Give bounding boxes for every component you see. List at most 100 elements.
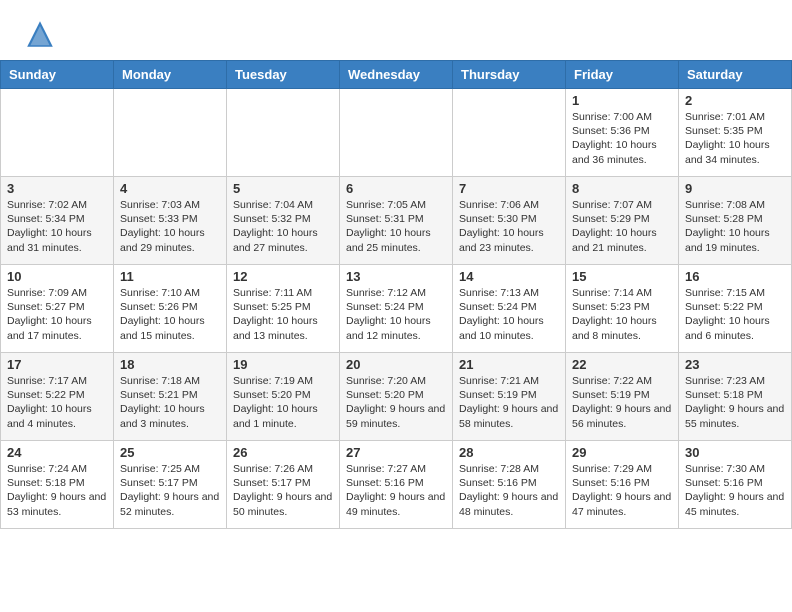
cell-content: Sunrise: 7:03 AM Sunset: 5:33 PM Dayligh… xyxy=(120,198,220,255)
cell-content: Sunrise: 7:06 AM Sunset: 5:30 PM Dayligh… xyxy=(459,198,559,255)
calendar-cell: 4 Sunrise: 7:03 AM Sunset: 5:33 PM Daylig… xyxy=(114,177,227,265)
week-row-5: 24 Sunrise: 7:24 AM Sunset: 5:18 PM Dayli… xyxy=(1,441,792,529)
calendar-cell: 25 Sunrise: 7:25 AM Sunset: 5:17 PM Dayli… xyxy=(114,441,227,529)
calendar-cell xyxy=(453,89,566,177)
day-number: 8 xyxy=(572,181,672,196)
cell-content: Sunrise: 7:30 AM Sunset: 5:16 PM Dayligh… xyxy=(685,462,785,519)
cell-content: Sunrise: 7:29 AM Sunset: 5:16 PM Dayligh… xyxy=(572,462,672,519)
cell-content: Sunrise: 7:23 AM Sunset: 5:18 PM Dayligh… xyxy=(685,374,785,431)
calendar-cell: 29Sunrise: 7:29 AM Sunset: 5:16 PM Dayli… xyxy=(566,441,679,529)
calendar-header-row: SundayMondayTuesdayWednesdayThursdayFrid… xyxy=(1,61,792,89)
day-number: 22 xyxy=(572,357,672,372)
calendar-cell: 27 Sunrise: 7:27 AM Sunset: 5:16 PM Dayli… xyxy=(340,441,453,529)
calendar-cell: 26 Sunrise: 7:26 AM Sunset: 5:17 PM Dayli… xyxy=(227,441,340,529)
calendar-cell: 11Sunrise: 7:10 AM Sunset: 5:26 PM Dayli… xyxy=(114,265,227,353)
cell-content: Sunrise: 7:01 AM Sunset: 5:35 PM Dayligh… xyxy=(685,110,785,167)
cell-content: Sunrise: 7:00 AM Sunset: 5:36 PM Dayligh… xyxy=(572,110,672,167)
cell-content: Sunrise: 7:25 AM Sunset: 5:17 PM Dayligh… xyxy=(120,462,220,519)
day-header-wednesday: Wednesday xyxy=(340,61,453,89)
calendar-cell: 20 Sunrise: 7:20 AM Sunset: 5:20 PM Dayli… xyxy=(340,353,453,441)
cell-content: Sunrise: 7:20 AM Sunset: 5:20 PM Dayligh… xyxy=(346,374,446,431)
cell-content: Sunrise: 7:02 AM Sunset: 5:34 PM Dayligh… xyxy=(7,198,107,255)
day-number: 25 xyxy=(120,445,220,460)
day-number: 26 xyxy=(233,445,333,460)
calendar-cell: 12 Sunrise: 7:11 AM Sunset: 5:25 PM Dayli… xyxy=(227,265,340,353)
calendar-cell: 21Sunrise: 7:21 AM Sunset: 5:19 PM Dayli… xyxy=(453,353,566,441)
cell-content: Sunrise: 7:17 AM Sunset: 5:22 PM Dayligh… xyxy=(7,374,107,431)
day-number: 20 xyxy=(346,357,446,372)
day-header-friday: Friday xyxy=(566,61,679,89)
calendar-cell: 18Sunrise: 7:18 AM Sunset: 5:21 PM Dayli… xyxy=(114,353,227,441)
calendar-table: SundayMondayTuesdayWednesdayThursdayFrid… xyxy=(0,60,792,529)
week-row-1: 1 Sunrise: 7:00 AM Sunset: 5:36 PM Daylig… xyxy=(1,89,792,177)
logo-icon xyxy=(24,18,56,50)
day-number: 3 xyxy=(7,181,107,196)
day-number: 4 xyxy=(120,181,220,196)
day-number: 19 xyxy=(233,357,333,372)
day-number: 10 xyxy=(7,269,107,284)
day-number: 12 xyxy=(233,269,333,284)
cell-content: Sunrise: 7:15 AM Sunset: 5:22 PM Dayligh… xyxy=(685,286,785,343)
cell-content: Sunrise: 7:08 AM Sunset: 5:28 PM Dayligh… xyxy=(685,198,785,255)
cell-content: Sunrise: 7:10 AM Sunset: 5:26 PM Dayligh… xyxy=(120,286,220,343)
calendar-cell: 7 Sunrise: 7:06 AM Sunset: 5:30 PM Daylig… xyxy=(453,177,566,265)
cell-content: Sunrise: 7:18 AM Sunset: 5:21 PM Dayligh… xyxy=(120,374,220,431)
calendar-cell xyxy=(340,89,453,177)
day-number: 27 xyxy=(346,445,446,460)
day-number: 14 xyxy=(459,269,559,284)
calendar-cell xyxy=(227,89,340,177)
day-number: 23 xyxy=(685,357,785,372)
day-number: 7 xyxy=(459,181,559,196)
calendar-cell: 24 Sunrise: 7:24 AM Sunset: 5:18 PM Dayli… xyxy=(1,441,114,529)
calendar-cell: 13 Sunrise: 7:12 AM Sunset: 5:24 PM Dayli… xyxy=(340,265,453,353)
calendar-cell xyxy=(114,89,227,177)
cell-content: Sunrise: 7:09 AM Sunset: 5:27 PM Dayligh… xyxy=(7,286,107,343)
calendar-cell: 30 Sunrise: 7:30 AM Sunset: 5:16 PM Dayli… xyxy=(679,441,792,529)
week-row-4: 17 Sunrise: 7:17 AM Sunset: 5:22 PM Dayli… xyxy=(1,353,792,441)
calendar-cell: 9 Sunrise: 7:08 AM Sunset: 5:28 PM Daylig… xyxy=(679,177,792,265)
cell-content: Sunrise: 7:19 AM Sunset: 5:20 PM Dayligh… xyxy=(233,374,333,431)
day-header-monday: Monday xyxy=(114,61,227,89)
calendar-cell: 28 Sunrise: 7:28 AM Sunset: 5:16 PM Dayli… xyxy=(453,441,566,529)
cell-content: Sunrise: 7:24 AM Sunset: 5:18 PM Dayligh… xyxy=(7,462,107,519)
cell-content: Sunrise: 7:21 AM Sunset: 5:19 PM Dayligh… xyxy=(459,374,559,431)
cell-content: Sunrise: 7:11 AM Sunset: 5:25 PM Dayligh… xyxy=(233,286,333,343)
day-number: 13 xyxy=(346,269,446,284)
calendar-cell: 17 Sunrise: 7:17 AM Sunset: 5:22 PM Dayli… xyxy=(1,353,114,441)
day-number: 1 xyxy=(572,93,672,108)
day-number: 24 xyxy=(7,445,107,460)
cell-content: Sunrise: 7:26 AM Sunset: 5:17 PM Dayligh… xyxy=(233,462,333,519)
cell-content: Sunrise: 7:14 AM Sunset: 5:23 PM Dayligh… xyxy=(572,286,672,343)
cell-content: Sunrise: 7:28 AM Sunset: 5:16 PM Dayligh… xyxy=(459,462,559,519)
cell-content: Sunrise: 7:27 AM Sunset: 5:16 PM Dayligh… xyxy=(346,462,446,519)
header xyxy=(0,0,792,60)
calendar-cell: 1 Sunrise: 7:00 AM Sunset: 5:36 PM Daylig… xyxy=(566,89,679,177)
logo xyxy=(24,18,60,50)
cell-content: Sunrise: 7:05 AM Sunset: 5:31 PM Dayligh… xyxy=(346,198,446,255)
day-header-saturday: Saturday xyxy=(679,61,792,89)
calendar-cell: 5 Sunrise: 7:04 AM Sunset: 5:32 PM Daylig… xyxy=(227,177,340,265)
day-number: 9 xyxy=(685,181,785,196)
day-number: 30 xyxy=(685,445,785,460)
week-row-2: 3 Sunrise: 7:02 AM Sunset: 5:34 PM Daylig… xyxy=(1,177,792,265)
calendar-cell: 6 Sunrise: 7:05 AM Sunset: 5:31 PM Daylig… xyxy=(340,177,453,265)
day-number: 6 xyxy=(346,181,446,196)
day-number: 15 xyxy=(572,269,672,284)
day-header-thursday: Thursday xyxy=(453,61,566,89)
week-row-3: 10 Sunrise: 7:09 AM Sunset: 5:27 PM Dayli… xyxy=(1,265,792,353)
cell-content: Sunrise: 7:04 AM Sunset: 5:32 PM Dayligh… xyxy=(233,198,333,255)
calendar-cell: 19 Sunrise: 7:19 AM Sunset: 5:20 PM Dayli… xyxy=(227,353,340,441)
day-number: 28 xyxy=(459,445,559,460)
cell-content: Sunrise: 7:07 AM Sunset: 5:29 PM Dayligh… xyxy=(572,198,672,255)
day-number: 17 xyxy=(7,357,107,372)
calendar-cell: 2Sunrise: 7:01 AM Sunset: 5:35 PM Daylig… xyxy=(679,89,792,177)
calendar-cell: 3 Sunrise: 7:02 AM Sunset: 5:34 PM Daylig… xyxy=(1,177,114,265)
calendar-cell: 10 Sunrise: 7:09 AM Sunset: 5:27 PM Dayli… xyxy=(1,265,114,353)
cell-content: Sunrise: 7:12 AM Sunset: 5:24 PM Dayligh… xyxy=(346,286,446,343)
day-header-tuesday: Tuesday xyxy=(227,61,340,89)
day-number: 5 xyxy=(233,181,333,196)
calendar-cell: 22Sunrise: 7:22 AM Sunset: 5:19 PM Dayli… xyxy=(566,353,679,441)
calendar-cell xyxy=(1,89,114,177)
calendar-cell: 15 Sunrise: 7:14 AM Sunset: 5:23 PM Dayli… xyxy=(566,265,679,353)
calendar-cell: 8 Sunrise: 7:07 AM Sunset: 5:29 PM Daylig… xyxy=(566,177,679,265)
